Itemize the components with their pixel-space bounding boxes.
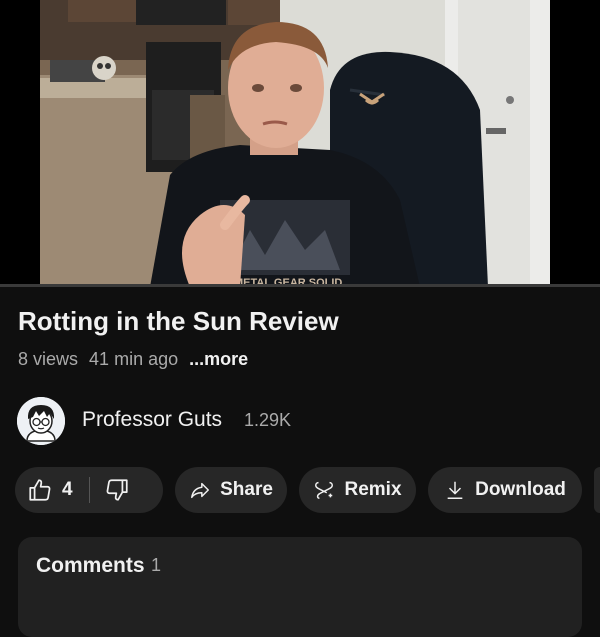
thumbs-down-icon bbox=[106, 479, 128, 501]
video-progress-bar[interactable] bbox=[0, 284, 600, 287]
video-frame: METAL GEAR SOLID bbox=[40, 0, 550, 287]
remix-icon bbox=[315, 481, 334, 499]
more-link[interactable]: ...more bbox=[189, 349, 248, 369]
upload-age: 41 min ago bbox=[89, 349, 179, 369]
remix-button[interactable]: Remix bbox=[299, 467, 416, 513]
like-button[interactable]: 4 bbox=[27, 477, 73, 503]
channel-avatar[interactable] bbox=[17, 397, 65, 445]
video-player[interactable]: METAL GEAR SOLID bbox=[0, 0, 600, 287]
like-divider bbox=[88, 477, 90, 503]
download-label: Download bbox=[475, 479, 566, 500]
download-button[interactable]: Download bbox=[428, 467, 582, 513]
like-dislike-bar: 4 bbox=[15, 467, 163, 513]
channel-name[interactable]: Professor Guts bbox=[82, 408, 222, 432]
share-arrow-icon bbox=[191, 482, 210, 499]
video-thumbnail-image: METAL GEAR SOLID bbox=[40, 0, 550, 287]
share-button[interactable]: Share bbox=[175, 467, 287, 513]
avatar-cartoon-icon bbox=[17, 397, 65, 445]
more-actions-button[interactable] bbox=[594, 467, 600, 513]
video-meta[interactable]: 8 views 41 min ago ...more bbox=[18, 349, 254, 370]
video-title[interactable]: Rotting in the Sun Review bbox=[18, 306, 339, 337]
download-icon bbox=[447, 481, 463, 499]
share-label: Share bbox=[220, 479, 273, 500]
dislike-button[interactable] bbox=[104, 477, 130, 503]
like-count: 4 bbox=[62, 479, 73, 500]
subscriber-count: 1.29K bbox=[244, 410, 292, 430]
remix-label: Remix bbox=[344, 479, 402, 500]
comments-title: Comments bbox=[36, 554, 145, 577]
thumbs-up-icon bbox=[29, 479, 51, 501]
comments-panel[interactable]: Comments 1 bbox=[18, 537, 582, 637]
view-count: 8 views bbox=[18, 349, 79, 369]
comments-count: 1 bbox=[151, 555, 162, 575]
